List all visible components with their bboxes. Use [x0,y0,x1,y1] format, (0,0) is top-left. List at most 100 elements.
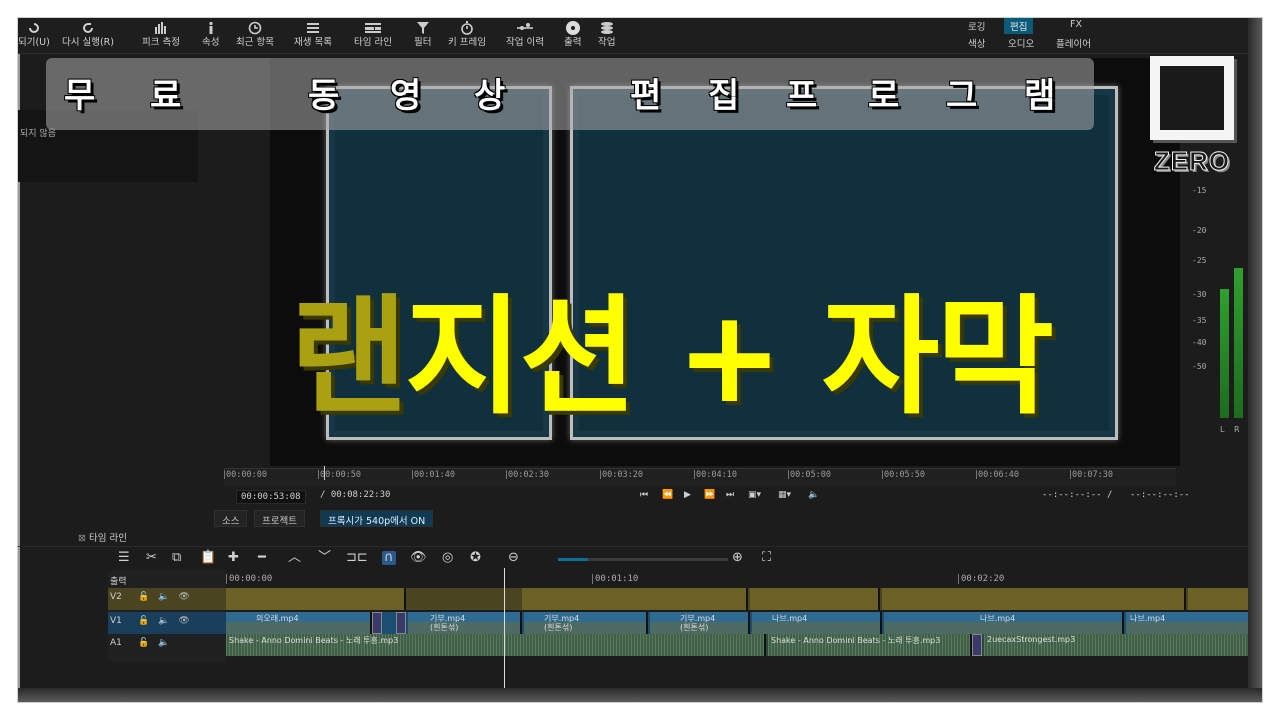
clip[interactable] [522,588,748,610]
proxy-status-badge[interactable]: 프록시가 540p에서 ON [320,510,434,527]
meter-scale: -40 [1192,338,1207,347]
player-playhead[interactable] [324,466,325,480]
filter-icon [416,19,430,37]
track-header-a1[interactable]: A1 🔓🔈 [108,634,226,656]
skip-start-icon[interactable]: ⏮ [640,490,648,500]
audio-clip[interactable]: 2uecaxStrongest.mp3 [984,634,1262,656]
audio-clip[interactable]: Shake - Anno Domini Beats - 노래 투흥.mp3 [768,634,972,656]
skip-end-icon[interactable]: ⏭ [726,490,734,500]
play-icon[interactable]: ▶ [684,490,691,500]
mode-color[interactable]: 색상 [962,35,991,51]
clip[interactable] [226,588,406,610]
track-v2[interactable] [226,588,1262,610]
out-point: --:--:--:-- [1130,490,1190,500]
paste-icon[interactable]: 📋 [200,551,216,565]
clip[interactable]: 의오래.mp4 [226,612,372,634]
tab-source[interactable]: 소스 [214,510,248,527]
audio-clip[interactable]: Shake - Anno Domini Beats - 노래 투흥.mp3 [226,634,766,656]
big-title-faded: 랜 [290,283,408,432]
mode-player[interactable]: 플레이어 [1050,35,1097,51]
track-a1[interactable]: Shake - Anno Domini Beats - 노래 투흥.mp3 Sh… [226,634,1262,656]
tool-timeline[interactable]: 타임 라인 [354,19,392,53]
tool-label: 작업 이력 [506,37,544,48]
tool-keyframe[interactable]: 키 프레임 [448,19,486,53]
zoom-in-icon[interactable]: ⊕ [732,551,743,565]
tool-export[interactable]: 출력 [564,19,581,53]
tool-peak-meter[interactable]: 피크 측정 [142,19,180,53]
tool-label: 최근 항목 [236,37,274,48]
zoom-icon[interactable]: ▣▾ [748,490,761,500]
track-headers: 출력 V2 🔓🔈👁 V1 🔓🔈👁 A1 🔓🔈 [108,570,226,662]
volume-icon[interactable]: 🔈 [808,490,819,500]
tool-filter[interactable]: 필터 [414,19,431,53]
clip[interactable]: 나브.mp4 [752,612,882,634]
total-timecode: / 00:08:22:30 [320,490,391,500]
tab-project[interactable]: 프로젝트 [254,510,305,527]
tool-properties[interactable]: 속성 [202,19,219,53]
ripple-icon[interactable]: ◎ [442,551,453,565]
undo-icon [27,19,41,37]
big-title-main: 지션 + 자막 [404,283,1054,432]
dock-icon[interactable]: ⊠ [78,533,89,544]
title-banner: 무료동영상편집프로그램 [46,58,1094,130]
grid-icon[interactable]: ▦▾ [778,490,791,500]
stack-icon [600,19,614,37]
player-ruler[interactable]: 00:00:00 00:00:50 00:01:40 00:02:30 00:03:20… [224,468,1176,486]
ripple-all-icon[interactable]: ✪ [470,551,481,565]
mode-fx[interactable]: FX [1064,18,1088,31]
ruler-tick: 00:02:30 [506,470,549,480]
ruler-tick: 00:07:30 [1070,470,1113,480]
lift-icon[interactable]: ︿ [288,551,301,565]
timeline-playhead[interactable] [504,568,505,702]
menu-icon[interactable]: ☰ [118,551,130,565]
add-icon[interactable]: ✚ [228,551,239,565]
track-v1[interactable]: 의오래.mp4 기부.mp4 (흰톤섞) 기부.mp4 (흰톤섞) 기부.mp4 (흰… [226,612,1262,634]
track-controls[interactable]: 🔓🔈👁 [138,592,199,602]
track-controls[interactable]: 🔓🔈👁 [138,616,199,626]
logo-text: ZERO [1153,146,1231,177]
transition[interactable] [972,634,982,656]
tool-jobs[interactable]: 작업 [598,19,615,53]
tool-history[interactable]: 작업 이력 [506,19,544,53]
track-header-v2[interactable]: V2 🔓🔈👁 [108,588,226,610]
clip[interactable] [882,588,1186,610]
clip[interactable] [750,588,880,610]
transition[interactable] [372,612,382,634]
tool-playlist[interactable]: 재생 목록 [294,19,332,53]
remove-icon[interactable]: ━ [258,551,266,565]
meter-scale: -30 [1192,290,1207,299]
mode-edit[interactable]: 편집 [1004,18,1034,34]
zoom-slider[interactable] [558,558,728,561]
clip[interactable]: 기부.mp4 (흰톤섞) [524,612,648,634]
clip[interactable]: 나브.mp4 [1126,612,1262,634]
fast-forward-icon[interactable]: ⏩ [704,490,715,500]
redo-button[interactable]: 다시 실행(R) [62,19,114,53]
cut-icon[interactable]: ✂ [146,551,157,565]
track-header-v1[interactable]: V1 🔓🔈👁 [108,612,226,634]
tool-label: 필터 [414,37,432,48]
mode-audio[interactable]: 오디오 [1002,35,1040,51]
tool-recent[interactable]: 최근 항목 [236,19,274,53]
undo-button[interactable]: 되기(U) [18,19,50,53]
current-timecode[interactable]: 00:00:53:08 [236,490,306,504]
rewind-icon[interactable]: ⏪ [662,490,673,500]
zoom-fit-icon[interactable]: ⛶ [762,551,771,565]
clip-sublabel: (흰톤섞) [544,623,573,632]
clip[interactable]: 기부.mp4 (흰톤섞) [650,612,750,634]
snap-magnet-icon[interactable]: ∩ [382,551,396,565]
copy-icon[interactable]: ⧉ [172,551,181,565]
clip-sublabel: (흰톤섞) [680,623,709,632]
clip[interactable]: 나브.mp4 [884,612,1124,634]
tool-label: 작업 [598,37,616,48]
overwrite-icon[interactable]: ﹀ [318,551,331,565]
transition[interactable] [396,612,406,634]
ruler-tick: 00:04:10 [694,470,737,480]
timeline-ruler[interactable]: 00:00:00 00:01:10 00:02:20 [226,574,1262,588]
mode-logging[interactable]: 로깅 [962,18,991,34]
clip-label: Shake - Anno Domini Beats - 노래 투흥.mp3 [229,636,399,645]
split-icon[interactable]: ⊐⊏ [346,551,368,565]
zoom-out-icon[interactable]: ⊖ [508,551,519,565]
disc-icon [565,19,581,37]
scrub-icon[interactable]: 👁 [410,551,427,565]
track-controls[interactable]: 🔓🔈 [138,638,178,648]
